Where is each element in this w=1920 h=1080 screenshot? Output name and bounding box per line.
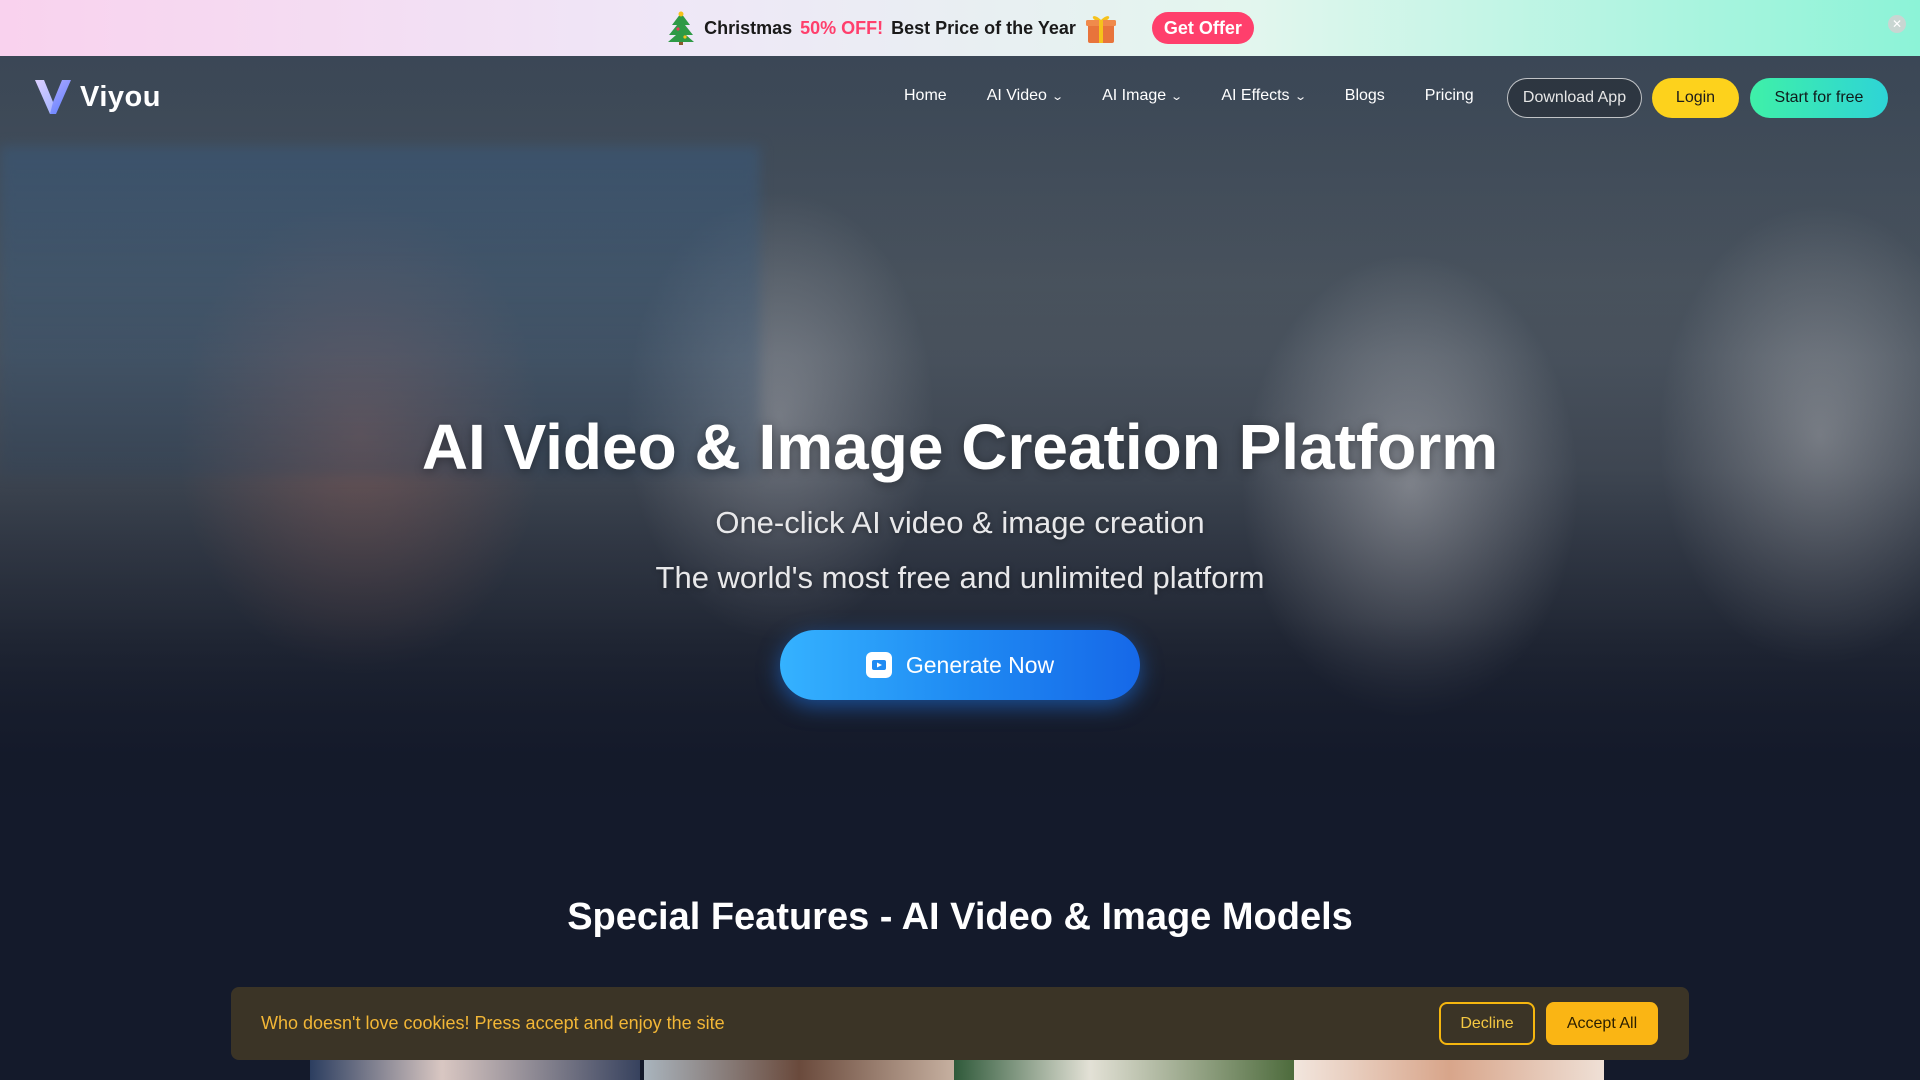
nav-home[interactable]: Home	[904, 87, 947, 105]
nav-ai-image-label: AI Image	[1102, 87, 1167, 104]
chevron-down-icon: ⌄	[1051, 90, 1064, 103]
cookie-banner: Who doesn't love cookies! Press accept a…	[231, 987, 1689, 1060]
chevron-down-icon: ⌄	[1293, 90, 1307, 103]
nav-blogs[interactable]: Blogs	[1345, 87, 1385, 105]
download-app-button[interactable]: Download App	[1507, 78, 1642, 118]
promo-discount: 50% OFF!	[800, 17, 884, 38]
nav-ai-effects[interactable]: AI Effects ⌄	[1221, 87, 1307, 105]
feature-thumbnail[interactable]	[1294, 1058, 1604, 1080]
hero-title: AI Video & Image Creation Platform	[421, 411, 1499, 483]
hero-subtitle-2: The world's most free and unlimited plat…	[655, 560, 1265, 595]
nav-ai-image[interactable]: AI Image ⌄	[1102, 87, 1184, 105]
nav-blogs-label: Blogs	[1344, 87, 1385, 104]
viyou-logo-icon	[35, 80, 71, 114]
cookie-message: Who doesn't love cookies! Press accept a…	[261, 1013, 725, 1033]
promo-content: Christmas 50% OFF! Best Price of the Yea…	[666, 11, 1254, 45]
nav-ai-video[interactable]: AI Video ⌄	[986, 87, 1064, 105]
feature-thumbnail[interactable]	[310, 1058, 640, 1080]
nav-links: Home AI Video ⌄ AI Image ⌄ AI Effects ⌄ Blo…	[904, 87, 1514, 105]
feature-thumbnails	[310, 1058, 1604, 1080]
play-video-icon	[865, 652, 892, 678]
generate-now-button[interactable]: Generate Now	[780, 630, 1140, 700]
brand-logo[interactable]: Viyou	[32, 76, 161, 118]
promo-tail: Best Price of the Year	[891, 17, 1076, 38]
feature-thumbnail[interactable]	[954, 1058, 1294, 1080]
decline-button[interactable]: Decline	[1439, 1002, 1535, 1045]
promo-lead: Christmas	[704, 17, 793, 38]
nav-ai-effects-label: AI Effects	[1221, 87, 1290, 104]
hero-subtitle-1: One-click AI video & image creation	[715, 505, 1205, 540]
chevron-down-icon: ⌄	[1170, 90, 1184, 103]
christmas-tree-icon	[668, 11, 695, 45]
accept-all-button[interactable]: Accept All	[1546, 1002, 1658, 1045]
generate-now-label: Generate Now	[905, 651, 1055, 678]
nav-ai-video-label: AI Video	[986, 87, 1047, 104]
close-icon[interactable]: ✕	[1888, 15, 1906, 33]
feature-thumbnail[interactable]	[644, 1058, 954, 1080]
brand-name: Viyou	[80, 80, 161, 113]
promo-banner: Christmas 50% OFF! Best Price of the Yea…	[0, 0, 1920, 56]
login-button[interactable]: Login	[1652, 78, 1739, 118]
nav-pricing-label: Pricing	[1424, 87, 1474, 104]
nav-pricing[interactable]: Pricing	[1425, 87, 1474, 105]
get-offer-button[interactable]: Get Offer	[1151, 12, 1254, 44]
start-for-free-button[interactable]: Start for free	[1750, 78, 1888, 118]
gift-icon	[1085, 16, 1116, 43]
top-navigation: Viyou Home AI Video ⌄ AI Image ⌄ AI Effect…	[0, 56, 1920, 138]
features-title: Special Features - AI Video & Image Mode…	[567, 896, 1353, 938]
nav-home-label: Home	[904, 87, 947, 104]
